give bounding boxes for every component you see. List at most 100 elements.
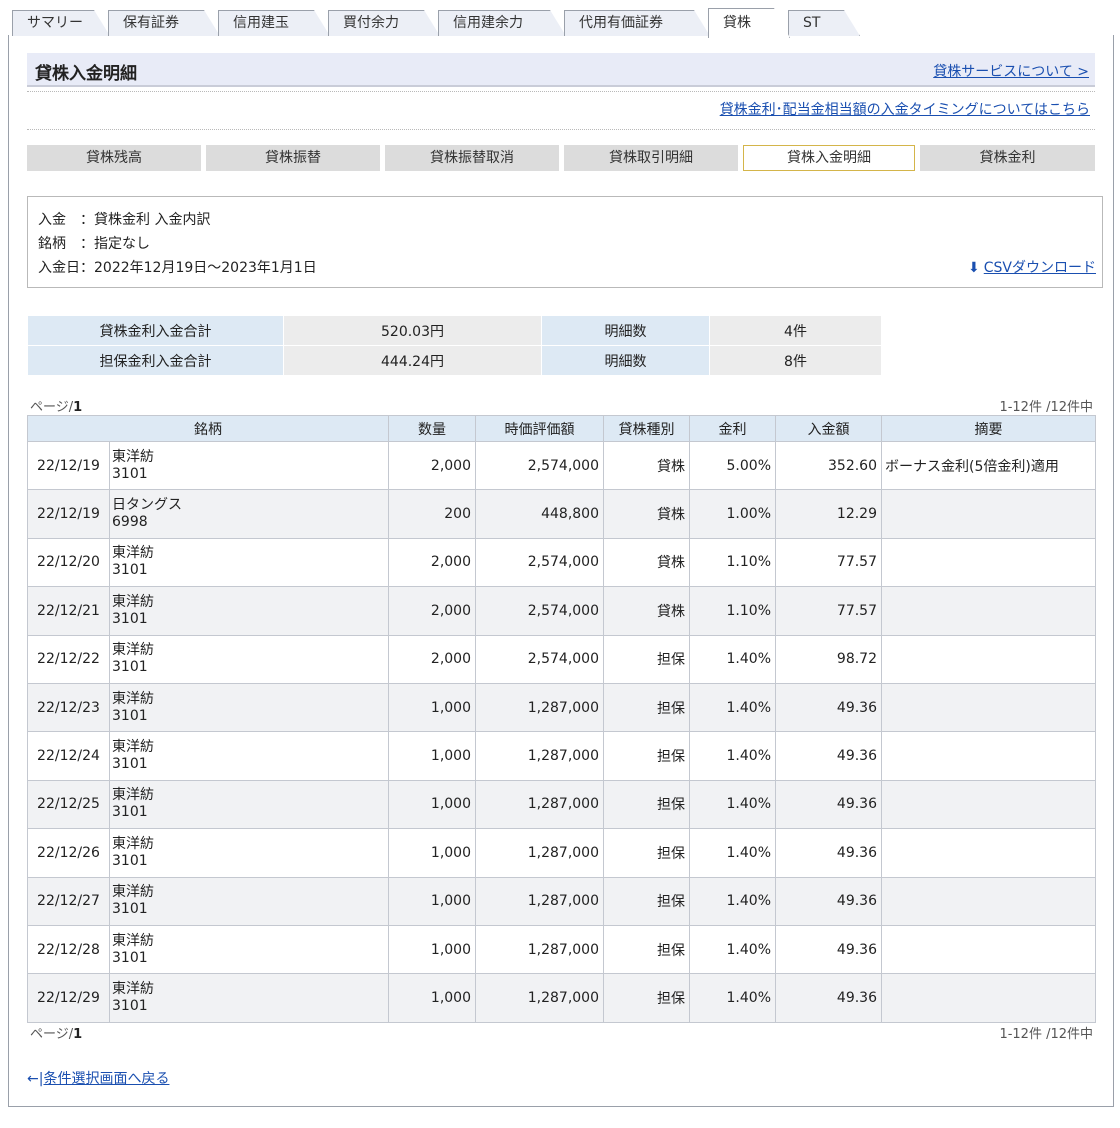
row-note: ボーナス金利(5倍金利)適用 xyxy=(881,440,1096,491)
stock-code: 3101 xyxy=(112,804,148,821)
summary-value: 444.24円 xyxy=(283,345,542,376)
service-info-link[interactable]: 貸株サービスについて > xyxy=(933,61,1089,81)
row-amount: 49.36 xyxy=(775,682,882,733)
row-stock: 東洋紡 3101 xyxy=(109,924,389,975)
table-row: 22/12/21 東洋紡 3101 2,000 2,574,000 貸株 1.10% 77.5… xyxy=(27,586,1096,636)
row-market-value: 2,574,000 xyxy=(475,586,604,636)
row-date: 22/12/22 xyxy=(27,634,110,684)
row-rate: 1.40% xyxy=(689,828,776,878)
row-quantity: 2,000 xyxy=(388,634,476,684)
row-quantity: 200 xyxy=(388,489,476,539)
tab-margin-positions[interactable]: 信用建玉 xyxy=(218,10,330,36)
condition-deposit: 入金 ：貸株金利 入金内訳 xyxy=(38,212,211,228)
header-note: 摘要 xyxy=(881,415,1096,442)
back-arrow-icon: ←| xyxy=(27,1071,44,1087)
page-title: 貸株入金明細 xyxy=(35,64,137,84)
row-note xyxy=(881,828,1096,878)
back-link[interactable]: ←|条件選択画面へ戻る xyxy=(27,1068,169,1088)
row-stock: 東洋紡 3101 xyxy=(109,973,389,1023)
row-amount: 49.36 xyxy=(775,876,882,926)
header-stock: 銘柄 xyxy=(27,415,389,442)
row-amount: 352.60 xyxy=(775,440,882,491)
row-rate: 1.40% xyxy=(689,876,776,926)
row-amount: 49.36 xyxy=(775,973,882,1023)
stock-code: 6998 xyxy=(112,514,148,531)
timing-info-link[interactable]: 貸株金利･配当金相当額の入金タイミングについてはこちら xyxy=(720,99,1090,119)
stock-name: 東洋紡 xyxy=(112,884,154,901)
tab-bar: サマリー 保有証券 信用建玉 買付余力 信用建余力 代用有価証券 貸株 ST xyxy=(12,8,1110,36)
tab-collateral-securities[interactable]: 代用有価証券 xyxy=(564,10,710,36)
row-rate: 1.40% xyxy=(689,924,776,975)
tab-buying-power[interactable]: 買付余力 xyxy=(328,10,440,36)
row-market-value: 2,574,000 xyxy=(475,440,604,491)
sub-navigation: 貸株残高 貸株振替 貸株振替取消 貸株取引明細 貸株入金明細 貸株金利 xyxy=(27,145,1095,171)
tab-stock-lending[interactable]: 貸株 xyxy=(708,8,790,38)
row-note xyxy=(881,586,1096,636)
row-lending-type: 貸株 xyxy=(603,489,690,539)
stock-name: 東洋紡 xyxy=(112,690,154,707)
row-quantity: 2,000 xyxy=(388,440,476,491)
header-rate: 金利 xyxy=(689,415,776,442)
row-quantity: 1,000 xyxy=(388,973,476,1023)
row-lending-type: 担保 xyxy=(603,779,690,830)
subnav-transfer-cancel[interactable]: 貸株振替取消 xyxy=(385,145,559,171)
row-lending-type: 担保 xyxy=(603,731,690,781)
search-conditions: 入金 ：貸株金利 入金内訳 銘柄 ：指定なし 入金日：2022年12月19日～2… xyxy=(27,196,1103,288)
row-date: 22/12/26 xyxy=(27,828,110,878)
page-header: 貸株入金明細 貸株サービスについて > xyxy=(27,53,1095,87)
row-note xyxy=(881,489,1096,539)
summary-table: 貸株金利入金合計 520.03円 明細数 4件 担保金利入金合計 444.24円… xyxy=(27,315,882,376)
stock-code: 3101 xyxy=(112,659,148,676)
header-lending-type: 貸株種別 xyxy=(603,415,690,442)
page-number: 1 xyxy=(73,400,83,415)
row-amount: 12.29 xyxy=(775,489,882,539)
stock-code: 3101 xyxy=(112,901,148,918)
table-row: 22/12/22 東洋紡 3101 2,000 2,574,000 担保 1.40% 98.7… xyxy=(27,634,1096,684)
subnav-transaction-details[interactable]: 貸株取引明細 xyxy=(564,145,738,171)
row-note xyxy=(881,537,1096,588)
page-prefix: ページ/ xyxy=(30,400,74,415)
stock-code: 3101 xyxy=(112,707,148,724)
table-row: 22/12/20 東洋紡 3101 2,000 2,574,000 貸株 1.10% 77.5… xyxy=(27,537,1096,588)
stock-name: 東洋紡 xyxy=(112,545,154,562)
row-date: 22/12/21 xyxy=(27,586,110,636)
table-row: 22/12/19 東洋紡 3101 2,000 2,574,000 貸株 5.00% 352.… xyxy=(27,440,1096,491)
stock-name: 東洋紡 xyxy=(112,787,154,804)
table-row: 22/12/24 東洋紡 3101 1,000 1,287,000 担保 1.40% 49.3… xyxy=(27,731,1096,781)
subnav-lending-rate[interactable]: 貸株金利 xyxy=(920,145,1095,171)
tab-st[interactable]: ST xyxy=(788,10,860,36)
subnav-deposit-details[interactable]: 貸株入金明細 xyxy=(743,145,915,171)
row-amount: 49.36 xyxy=(775,924,882,975)
csv-download-link[interactable]: ⬇ CSVダウンロード xyxy=(968,257,1096,277)
row-lending-type: 担保 xyxy=(603,973,690,1023)
row-date: 22/12/19 xyxy=(27,489,110,539)
row-lending-type: 担保 xyxy=(603,828,690,878)
row-lending-type: 担保 xyxy=(603,924,690,975)
row-stock: 東洋紡 3101 xyxy=(109,731,389,781)
page-indicator-bottom: ページ/1 xyxy=(30,1023,82,1042)
subnav-lending-balance[interactable]: 貸株残高 xyxy=(27,145,201,171)
tab-summary[interactable]: サマリー xyxy=(12,10,110,36)
header-amount: 入金額 xyxy=(775,415,882,442)
row-date: 22/12/24 xyxy=(27,731,110,781)
summary-label: 貸株金利入金合計 xyxy=(27,315,284,346)
tab-holdings[interactable]: 保有証券 xyxy=(108,10,220,36)
tab-margin-power[interactable]: 信用建余力 xyxy=(438,10,566,36)
stock-code: 3101 xyxy=(112,756,148,773)
divider xyxy=(27,129,1095,130)
stock-name: 東洋紡 xyxy=(112,642,154,659)
row-amount: 98.72 xyxy=(775,634,882,684)
stock-code: 3101 xyxy=(112,949,148,966)
stock-code: 3101 xyxy=(112,610,148,627)
row-amount: 49.36 xyxy=(775,779,882,830)
row-date: 22/12/25 xyxy=(27,779,110,830)
row-lending-type: 貸株 xyxy=(603,586,690,636)
row-quantity: 1,000 xyxy=(388,682,476,733)
summary-count: 4件 xyxy=(709,315,882,346)
divider xyxy=(27,91,1095,92)
row-note xyxy=(881,731,1096,781)
table-row: 22/12/23 東洋紡 3101 1,000 1,287,000 担保 1.40% 49.3… xyxy=(27,682,1096,733)
subnav-lending-transfer[interactable]: 貸株振替 xyxy=(206,145,380,171)
table-row: 22/12/28 東洋紡 3101 1,000 1,287,000 担保 1.40% 49.3… xyxy=(27,924,1096,975)
row-quantity: 1,000 xyxy=(388,876,476,926)
